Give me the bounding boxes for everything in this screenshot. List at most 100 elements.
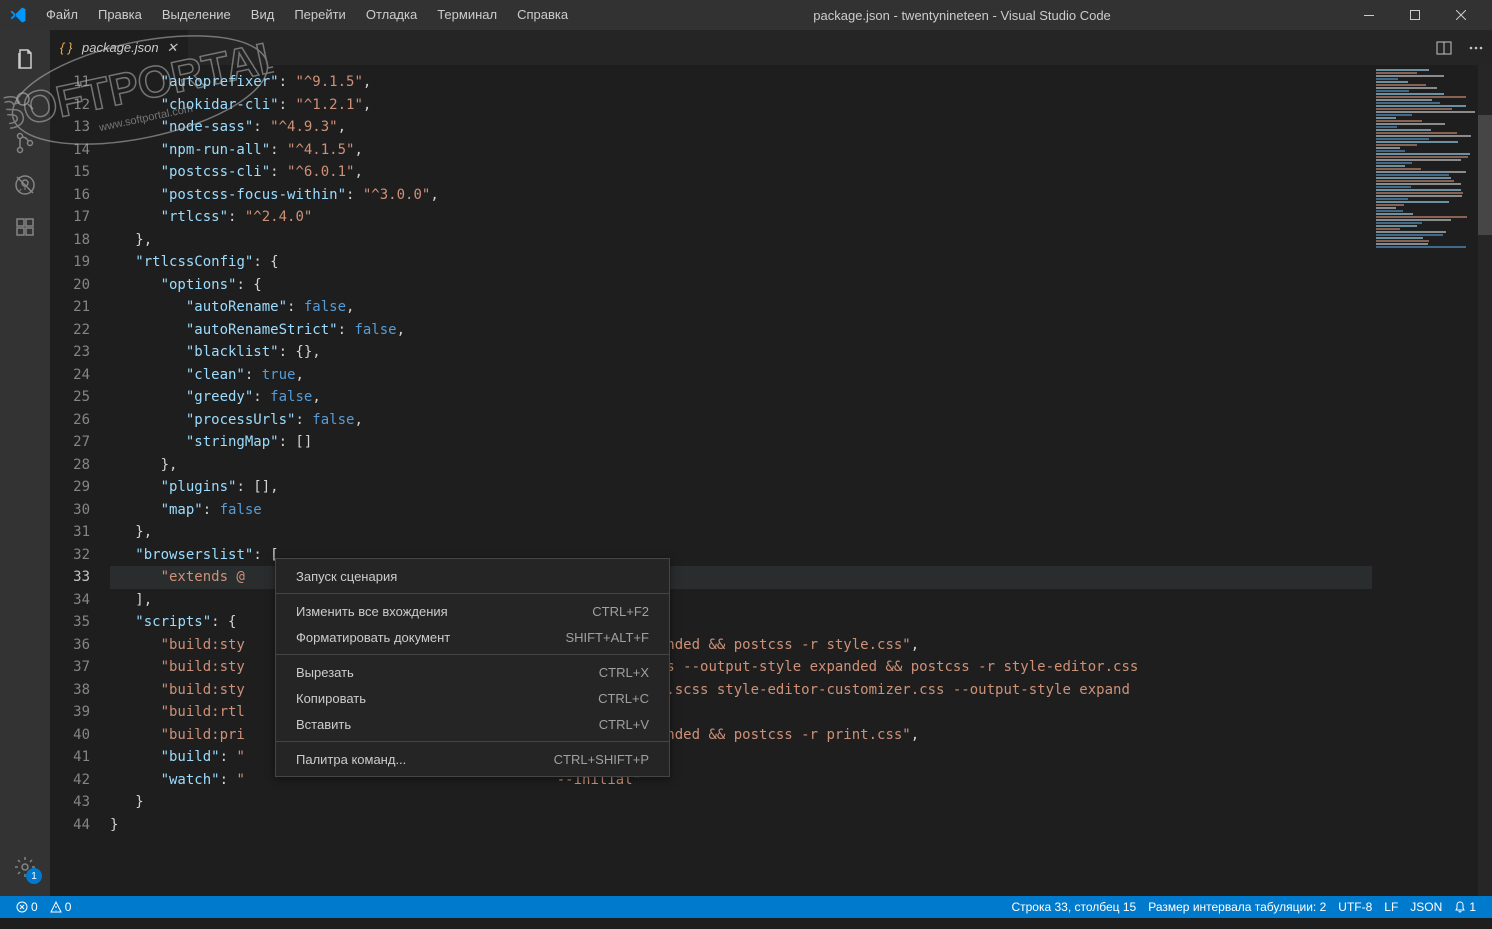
line-number: 38 [50, 679, 90, 702]
source-control-icon[interactable] [0, 122, 50, 164]
line-number: 35 [50, 611, 90, 634]
code-line[interactable]: "greedy": false, [110, 386, 1372, 409]
line-number: 12 [50, 94, 90, 117]
code-line[interactable]: "chokidar-cli": "^1.2.1", [110, 94, 1372, 117]
menu-go[interactable]: Перейти [284, 0, 356, 30]
line-number: 11 [50, 71, 90, 94]
status-warnings[interactable]: 0 [44, 900, 78, 914]
menu-view[interactable]: Вид [241, 0, 285, 30]
line-number: 42 [50, 769, 90, 792]
code-line[interactable]: } [110, 791, 1372, 814]
line-number: 28 [50, 454, 90, 477]
vscode-logo-icon [8, 5, 28, 25]
line-number: 15 [50, 161, 90, 184]
code-line[interactable]: "autoprefixer": "^9.1.5", [110, 71, 1372, 94]
code-line[interactable]: "node-sass": "^4.9.3", [110, 116, 1372, 139]
code-line[interactable]: "map": false [110, 499, 1372, 522]
code-line[interactable]: "autoRename": false, [110, 296, 1372, 319]
line-number: 27 [50, 431, 90, 454]
close-button[interactable] [1438, 0, 1484, 30]
minimize-button[interactable] [1346, 0, 1392, 30]
context-menu-label: Изменить все вхождения [296, 604, 592, 619]
activity-bar: 1 [0, 30, 50, 896]
context-menu-item[interactable]: Палитра команд...CTRL+SHIFT+P [276, 746, 669, 772]
line-number: 34 [50, 589, 90, 612]
code-line[interactable]: }, [110, 454, 1372, 477]
context-menu-item[interactable]: Запуск сценария [276, 563, 669, 589]
maximize-button[interactable] [1392, 0, 1438, 30]
scrollbar-thumb[interactable] [1478, 115, 1492, 235]
code-line[interactable]: "postcss-cli": "^6.0.1", [110, 161, 1372, 184]
code-line[interactable]: "npm-run-all": "^4.1.5", [110, 139, 1372, 162]
tabbar-actions [1436, 40, 1492, 56]
line-number: 20 [50, 274, 90, 297]
context-menu-label: Форматировать документ [296, 630, 565, 645]
context-menu-shortcut: CTRL+V [599, 717, 649, 732]
context-menu-item[interactable]: Изменить все вхожденияCTRL+F2 [276, 598, 669, 624]
line-number: 23 [50, 341, 90, 364]
context-menu-label: Палитра команд... [296, 752, 554, 767]
context-menu-label: Вырезать [296, 665, 599, 680]
menu-file[interactable]: Файл [36, 0, 88, 30]
code-line[interactable]: "plugins": [], [110, 476, 1372, 499]
code-line[interactable]: "autoRenameStrict": false, [110, 319, 1372, 342]
debug-icon[interactable] [0, 164, 50, 206]
window-controls [1346, 0, 1484, 30]
explorer-icon[interactable] [0, 38, 50, 80]
code-line[interactable]: "rtlcssConfig": { [110, 251, 1372, 274]
code-line[interactable]: "rtlcss": "^2.4.0" [110, 206, 1372, 229]
window-title: package.json - twentynineteen - Visual S… [578, 8, 1346, 23]
menu-edit[interactable]: Правка [88, 0, 152, 30]
line-number: 21 [50, 296, 90, 319]
settings-icon[interactable]: 1 [0, 846, 50, 888]
context-menu-shortcut: SHIFT+ALT+F [565, 630, 649, 645]
code-line[interactable]: "options": { [110, 274, 1372, 297]
line-number: 44 [50, 814, 90, 837]
status-notifications[interactable]: 1 [1448, 900, 1482, 914]
code-line[interactable]: }, [110, 229, 1372, 252]
context-menu-separator [276, 593, 669, 594]
context-menu-shortcut: CTRL+F2 [592, 604, 649, 619]
code-line[interactable]: }, [110, 521, 1372, 544]
vertical-scrollbar[interactable] [1478, 65, 1492, 896]
status-encoding[interactable]: UTF-8 [1332, 900, 1378, 914]
context-menu-item[interactable]: КопироватьCTRL+C [276, 685, 669, 711]
extensions-icon[interactable] [0, 206, 50, 248]
line-number: 16 [50, 184, 90, 207]
status-tabsize[interactable]: Размер интервала табуляции: 2 [1142, 900, 1332, 914]
menu-terminal[interactable]: Терминал [427, 0, 507, 30]
line-number: 26 [50, 409, 90, 432]
context-menu-shortcut: CTRL+C [598, 691, 649, 706]
line-number: 31 [50, 521, 90, 544]
line-number: 24 [50, 364, 90, 387]
code-line[interactable]: "processUrls": false, [110, 409, 1372, 432]
status-eol[interactable]: LF [1378, 900, 1404, 914]
code-line[interactable]: "postcss-focus-within": "^3.0.0", [110, 184, 1372, 207]
code-line[interactable]: } [110, 814, 1372, 837]
tab-package-json[interactable]: { } package.json ✕ [50, 30, 189, 65]
minimap[interactable] [1372, 65, 1492, 896]
line-number: 39 [50, 701, 90, 724]
code-line[interactable]: "stringMap": [] [110, 431, 1372, 454]
more-actions-icon[interactable] [1468, 40, 1484, 56]
context-menu-separator [276, 654, 669, 655]
code-line[interactable]: "blacklist": {}, [110, 341, 1372, 364]
search-icon[interactable] [0, 80, 50, 122]
tab-close-icon[interactable]: ✕ [167, 40, 178, 56]
settings-badge: 1 [26, 868, 42, 884]
status-errors[interactable]: 0 [10, 900, 44, 914]
context-menu-item[interactable]: ВставитьCTRL+V [276, 711, 669, 737]
json-braces-icon: { } [60, 40, 76, 56]
menu-help[interactable]: Справка [507, 0, 578, 30]
menu-selection[interactable]: Выделение [152, 0, 241, 30]
line-number-gutter: 1112131415161718192021222324252627282930… [50, 65, 110, 896]
menu-debug[interactable]: Отладка [356, 0, 427, 30]
code-line[interactable]: "clean": true, [110, 364, 1372, 387]
status-cursor[interactable]: Строка 33, столбец 15 [1005, 900, 1142, 914]
status-language[interactable]: JSON [1404, 900, 1448, 914]
context-menu-item[interactable]: ВырезатьCTRL+X [276, 659, 669, 685]
editor-body[interactable]: 1112131415161718192021222324252627282930… [50, 65, 1492, 896]
context-menu-item[interactable]: Форматировать документSHIFT+ALT+F [276, 624, 669, 650]
line-number: 41 [50, 746, 90, 769]
split-editor-icon[interactable] [1436, 40, 1452, 56]
